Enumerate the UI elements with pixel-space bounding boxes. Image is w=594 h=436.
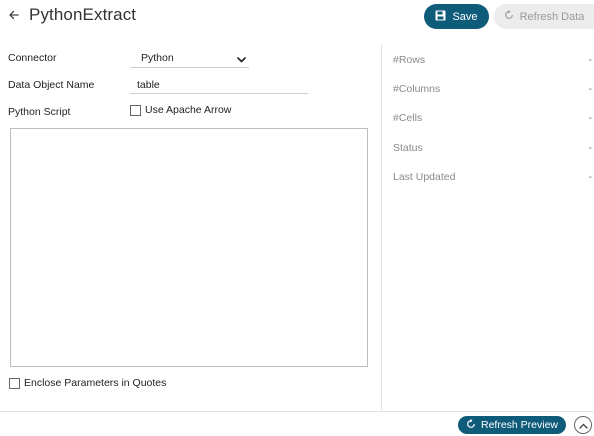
enclose-parameters-checkbox-box[interactable] (9, 377, 20, 389)
use-apache-arrow-checkbox-box[interactable] (130, 104, 141, 116)
refresh-preview-label: Refresh Preview (480, 419, 559, 431)
refresh-icon (466, 418, 476, 432)
status-label: Status (393, 142, 423, 154)
data-object-name-input[interactable] (130, 76, 308, 94)
stat-columns: #Columns - (382, 83, 594, 97)
rows-label: #Rows (393, 54, 426, 66)
save-button[interactable]: Save (424, 4, 489, 29)
cells-value: - (588, 112, 593, 124)
data-object-name-label: Data Object Name (8, 79, 95, 91)
stat-rows: #Rows - (382, 54, 594, 68)
python-script-editor[interactable] (10, 128, 368, 367)
columns-label: #Columns (393, 83, 441, 95)
connector-label: Connector (8, 52, 57, 64)
refresh-preview-button[interactable]: Refresh Preview (458, 416, 566, 434)
refresh-data-label: Refresh Data (519, 10, 585, 23)
collapse-preview-button[interactable] (574, 416, 592, 434)
status-value: - (588, 142, 593, 154)
python-script-label: Python Script (8, 106, 71, 118)
columns-value: - (588, 83, 593, 95)
enclose-parameters-label: Enclose Parameters in Quotes (24, 377, 167, 389)
rows-value: - (588, 54, 593, 66)
chevron-up-icon (578, 416, 588, 434)
use-apache-arrow-checkbox[interactable]: Use Apache Arrow (130, 104, 231, 116)
save-button-label: Save (452, 10, 478, 23)
connector-select[interactable]: Python (130, 49, 249, 68)
stat-last-updated: Last Updated - (382, 171, 594, 185)
connector-value: Python (141, 52, 174, 64)
header: PythonExtract Save Refresh Data (0, 0, 594, 34)
page-title: PythonExtract (29, 5, 137, 24)
enclose-parameters-checkbox[interactable]: Enclose Parameters in Quotes (9, 377, 166, 389)
stat-cells: #Cells - (382, 112, 594, 126)
use-apache-arrow-label: Use Apache Arrow (145, 104, 232, 116)
last-updated-label: Last Updated (393, 171, 456, 183)
back-arrow-icon[interactable] (8, 9, 20, 23)
chevron-down-icon (237, 54, 246, 63)
connector-settings-panel: Connector Python Data Object Name Python… (0, 44, 381, 410)
refresh-data-button[interactable]: Refresh Data (494, 4, 594, 29)
refresh-icon (504, 10, 514, 23)
panel-divider (381, 44, 382, 410)
save-icon (435, 10, 446, 24)
last-updated-value: - (588, 171, 593, 183)
footer-divider (0, 411, 594, 412)
cells-label: #Cells (393, 112, 423, 124)
stat-status: Status - (382, 142, 594, 156)
